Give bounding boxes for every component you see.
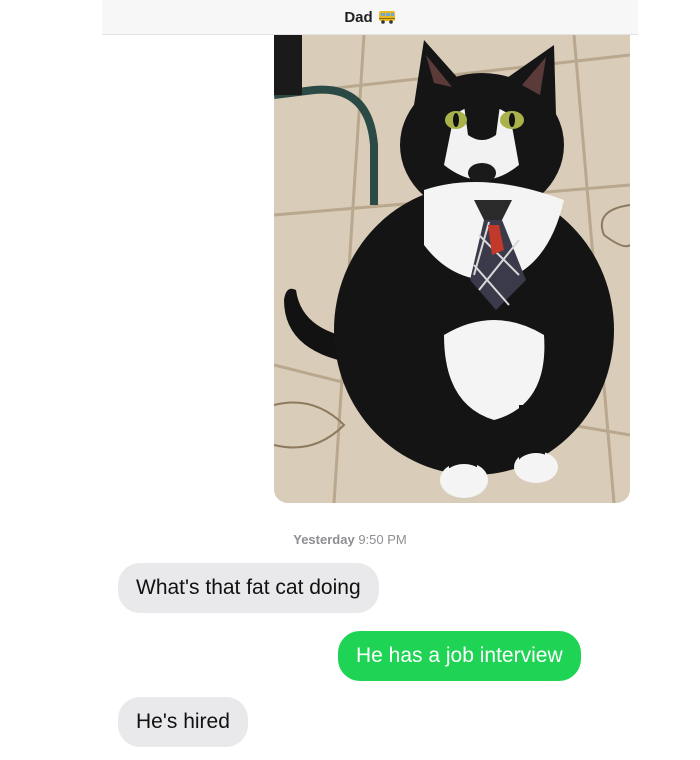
message-bubble-received[interactable]: What's that fat cat doing — [118, 563, 379, 613]
cat-photo — [274, 35, 630, 503]
conversation-header[interactable]: Dad — [102, 0, 638, 35]
message-bubble-sent[interactable]: He has a job interview — [338, 631, 581, 681]
timestamp-time: 9:50 PM — [358, 532, 407, 547]
message-timestamp: Yesterday 9:50 PM — [0, 532, 700, 547]
cat-photo-message[interactable] — [274, 35, 630, 503]
message-bubble-received[interactable]: He's hired — [118, 697, 248, 747]
contact-name[interactable]: Dad — [344, 9, 372, 26]
timestamp-day: Yesterday — [293, 532, 355, 547]
bus-icon — [378, 10, 396, 24]
